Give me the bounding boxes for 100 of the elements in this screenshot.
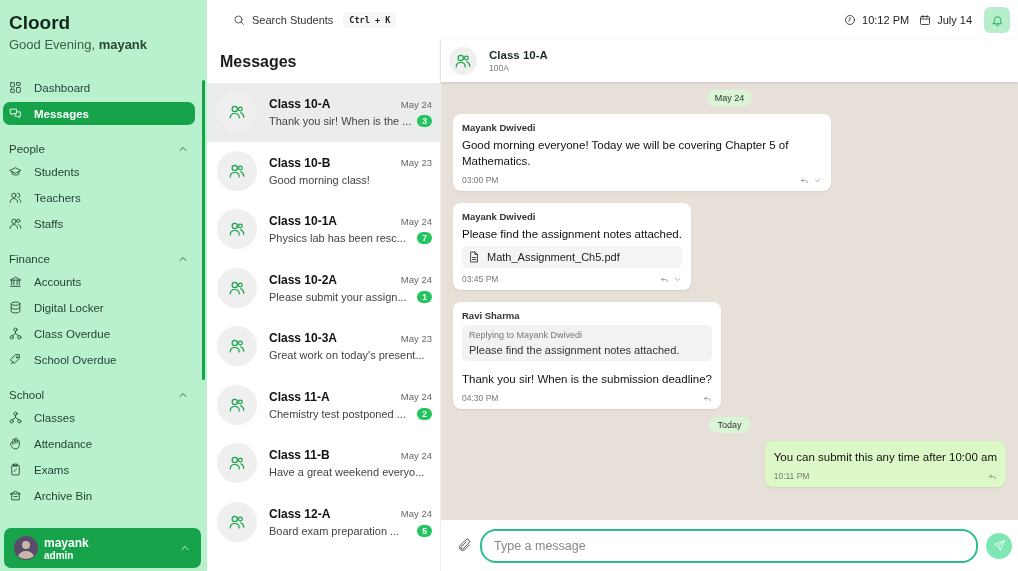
conversation-item[interactable]: Class 10-2A May 24 Please submit your assign... 1	[207, 258, 440, 317]
people-icon	[9, 217, 22, 230]
bank-icon	[9, 275, 22, 288]
unread-count: 7	[417, 232, 432, 245]
message-time: 03:00 PM	[462, 175, 499, 186]
people-icon	[228, 337, 246, 356]
shortcut-hint: Ctrl + K	[343, 12, 397, 28]
message-text: You can submit this any time after 10:00 am	[773, 450, 997, 466]
hand-icon	[9, 437, 22, 450]
people-icon	[228, 220, 246, 239]
message-preview: Have a great weekend everyo...	[269, 466, 425, 479]
conversation-date: May 24	[400, 274, 432, 286]
conversation-date: May 24	[400, 508, 432, 520]
clock-icon	[844, 14, 857, 26]
message-preview: Board exam preparation ...	[269, 524, 400, 537]
message-time: 10:11 PM	[773, 471, 810, 482]
calendar-icon	[919, 14, 932, 26]
quoted-text: Please find the assignment notes attached.	[469, 344, 681, 357]
unread-count: 5	[417, 524, 432, 537]
message-text: Thank you sir! When is the submission deadline?	[462, 372, 712, 388]
app-name: Cloord	[9, 12, 72, 34]
message-text: Good morning everyone! Today we will be covering Chapter 5 of Mathematics.	[462, 138, 790, 170]
current-date: July 14	[937, 14, 972, 26]
conversation-name: Class 10-2A	[269, 272, 338, 287]
user-name: mayank	[44, 535, 89, 550]
sidebar-item[interactable]: Class Overdue	[3, 322, 195, 345]
chat-subtitle: 100A	[489, 63, 510, 73]
sidebar-item[interactable]: School Overdue	[3, 348, 195, 371]
tag-icon	[9, 353, 22, 366]
message-preview: Physics lab has been resc...	[269, 232, 406, 245]
message-input[interactable]: Type a message	[480, 528, 978, 563]
archive-building-icon	[9, 489, 22, 502]
sidebar-item[interactable]: Students	[3, 160, 195, 183]
conversation-item[interactable]: Class 10-1A May 24 Physics lab has been resc... 7	[207, 200, 440, 259]
hierarchy-icon	[9, 411, 22, 424]
conversation-item[interactable]: Class 11-A May 24 Chemistry test postponed ... 2	[207, 375, 440, 434]
message-time: 03:45 PM	[462, 274, 499, 285]
conversation-item[interactable]: Class 10-3A May 23 Great work on today's present...	[207, 317, 440, 376]
sidebar-item[interactable]: Staffs	[3, 212, 195, 235]
conversation-date: May 24	[400, 215, 432, 227]
conversation-item[interactable]: Class 10-B May 23 Good morning class!	[207, 141, 440, 200]
sidebar-item[interactable]: Accounts	[3, 270, 195, 293]
current-time: 10:12 PM	[862, 14, 910, 26]
unread-count: 2	[417, 407, 432, 420]
conversation-item[interactable]: Class 11-B May 24 Have a great weekend everyo...	[207, 434, 440, 493]
send-icon	[992, 539, 1006, 552]
greeting: Good Evening, mayank	[9, 37, 149, 52]
document-icon	[468, 251, 480, 264]
attach-button[interactable]	[457, 538, 472, 553]
conversation-date: May 24	[400, 391, 432, 403]
conversation-date: May 24	[400, 98, 432, 110]
paperclip-icon	[457, 538, 472, 553]
avatar	[14, 536, 38, 560]
person-icon	[9, 191, 22, 204]
unread-count: 1	[417, 290, 432, 303]
clipboard-icon	[9, 463, 22, 476]
section-header[interactable]: School	[3, 389, 195, 401]
message-preview: Thank you sir! When is the ...	[269, 115, 412, 128]
sidebar-item[interactable]: Digital Locker	[3, 296, 195, 319]
conversation-date: May 24	[400, 449, 432, 461]
sidebar-item[interactable]: Teachers	[3, 186, 195, 209]
notification-button[interactable]	[984, 7, 1010, 33]
panel-title: Messages	[219, 52, 298, 72]
conversation-name: Class 10-A	[269, 97, 331, 112]
sidebar-item[interactable]: Archive Bin	[3, 484, 195, 507]
date-divider: May 24	[706, 90, 753, 106]
database-icon	[9, 301, 22, 314]
search-field[interactable]: Search Students	[233, 14, 334, 26]
people-icon	[228, 103, 246, 122]
reply-icon	[800, 175, 809, 185]
message-time: 04:30 PM	[462, 393, 499, 404]
bell-icon	[990, 13, 1004, 27]
reply-icon	[988, 471, 997, 481]
sidebar-item[interactable]: Classes	[3, 406, 195, 429]
conversation-name: Class 10-1A	[269, 214, 338, 229]
message-preview: Please submit your assign...	[269, 290, 407, 303]
reply-icon	[659, 274, 669, 284]
conversation-item[interactable]: Class 10-A May 24 Thank you sir! When is the ... 3	[207, 83, 440, 142]
sidebar-item[interactable]: Exams	[3, 458, 195, 481]
chat-icon	[9, 107, 22, 120]
message-text: Please find the assignment notes attached.	[462, 227, 682, 243]
section-header[interactable]: Finance	[3, 253, 195, 265]
grid-icon	[9, 81, 22, 94]
conversation-name: Class 10-B	[269, 155, 331, 170]
chat-title: Class 10-A	[489, 49, 548, 61]
file-attachment[interactable]: Math_Assignment_Ch5.pdf	[462, 246, 682, 269]
conversation-item[interactable]: Class 12-A May 24 Board exam preparation ... 5	[207, 492, 440, 551]
sidebar-item[interactable]: Attendance	[3, 432, 195, 455]
user-role: admin	[44, 549, 74, 561]
search-icon	[233, 14, 245, 26]
unread-count: 3	[417, 115, 432, 128]
send-button[interactable]	[986, 532, 1012, 559]
conversation-name: Class 12-A	[269, 506, 331, 521]
message-preview: Chemistry test postponed ...	[269, 407, 406, 420]
conversation-name: Class 11-A	[269, 389, 330, 404]
message-preview: Good morning class!	[269, 173, 370, 186]
section-header[interactable]: People	[3, 143, 195, 155]
people-icon	[228, 454, 246, 473]
sender-name: Mayank Dwivedi	[462, 211, 537, 223]
sidebar-item[interactable]: Dashboard	[3, 76, 195, 99]
